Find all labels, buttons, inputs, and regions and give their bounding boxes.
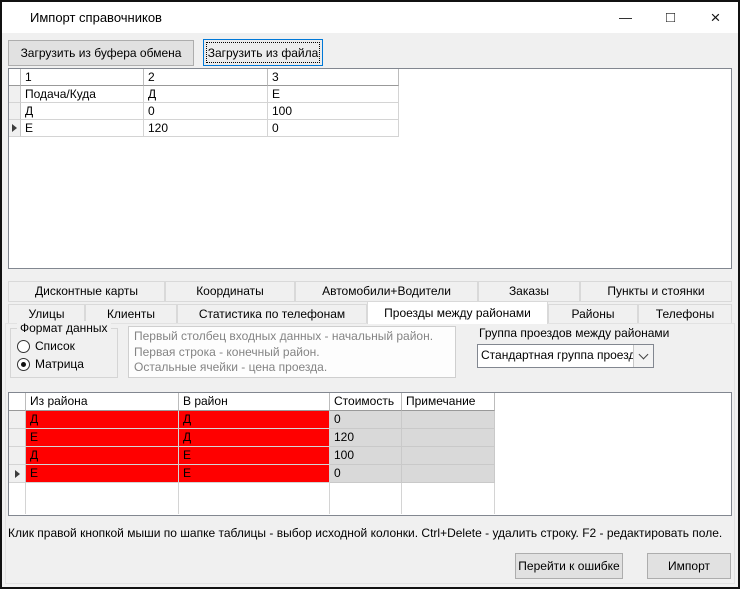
tab-districts[interactable]: Районы [548,304,638,324]
column-header[interactable]: 2 [144,69,268,86]
title-bar: Импорт справочников — □ × [2,2,738,33]
tab-coordinates[interactable]: Координаты [165,281,295,302]
grid-cell[interactable]: Е [268,86,399,103]
groupbox-title: Формат данных [17,321,111,335]
empty-grid-area [9,483,731,514]
current-row-indicator-icon [15,470,20,478]
grid-cell[interactable]: Д [21,103,144,120]
maximize-button[interactable]: □ [648,2,693,33]
grid-cell[interactable] [402,465,495,483]
column-header[interactable]: 3 [268,69,399,86]
goto-error-button[interactable]: Перейти к ошибке [515,553,623,579]
column-header-note[interactable]: Примечание [402,393,495,411]
info-line: Остальные ячейки - цена проезда. [134,360,450,376]
grid-cell[interactable]: 120 [330,429,402,447]
tab-cars-drivers[interactable]: Автомобили+Водители [295,281,478,302]
table-row: Подача/Куда Д Е [9,86,731,103]
maximize-icon: □ [666,9,675,26]
grid-cell[interactable]: 0 [330,411,402,429]
load-from-clipboard-button[interactable]: Загрузить из буфера обмена [8,40,194,66]
grid-cell-error[interactable]: Е [179,465,330,483]
tab-phone-stats[interactable]: Статистика по телефонам [177,304,367,324]
close-icon: × [711,8,721,28]
grid-cell-error[interactable]: Д [26,411,179,429]
tab-district-routes-selected[interactable]: Проезды между районами [367,301,548,324]
row-selector[interactable] [9,86,21,103]
grid-cell[interactable]: 0 [268,120,399,137]
radio-matrix-circle-icon [17,358,30,371]
chevron-down-icon [639,349,649,359]
grid-cell-error[interactable]: Д [179,429,330,447]
grid-cell-error[interactable]: Д [26,447,179,465]
load-from-file-button[interactable]: Загрузить из файла [203,39,323,66]
combobox-value: Стандартная группа проездов [478,345,633,367]
table-row: Е Е 0 [9,465,731,483]
row-selector[interactable] [9,411,26,429]
row-selector[interactable] [9,103,21,120]
radio-list-circle-icon [17,340,30,353]
window-title: Импорт справочников [30,10,162,25]
row-selector-header[interactable] [9,69,21,86]
grid-cell[interactable]: Подача/Куда [21,86,144,103]
trip-group-label: Группа проездов между районами [479,326,669,340]
info-line: Первая строка - конечный район. [134,345,450,361]
usage-hint-text: Клик правой кнопкой мыши по шапке таблиц… [8,526,722,540]
row-selector-header[interactable] [9,393,26,411]
grid-cell[interactable]: 120 [144,120,268,137]
row-selector[interactable] [9,120,21,137]
row-selector[interactable] [9,447,26,465]
table-row: Е 120 0 [9,120,731,137]
column-header[interactable]: 1 [21,69,144,86]
grid-cell-error[interactable]: Е [26,465,179,483]
minimize-button[interactable]: — [603,2,648,33]
row-selector[interactable] [9,429,26,447]
radio-matrix[interactable]: Матрица [17,357,84,371]
grid-cell-error[interactable]: Д [179,411,330,429]
data-format-groupbox: Формат данных Список Матрица [10,328,118,378]
grid-cell[interactable] [402,429,495,447]
table-row: Е Д 120 [9,429,731,447]
column-header-from[interactable]: Из района [26,393,179,411]
tab-phones[interactable]: Телефоны [638,304,732,324]
import-button[interactable]: Импорт [647,553,731,579]
grid-cell[interactable]: 100 [330,447,402,465]
grid-cell-error[interactable]: Е [26,429,179,447]
tab-discount-cards[interactable]: Дисконтные карты [8,281,165,302]
grid-cell[interactable]: 0 [144,103,268,120]
grid-cell[interactable]: Д [144,86,268,103]
grid-cell[interactable] [402,447,495,465]
grid-cell[interactable]: Е [21,120,144,137]
minimize-icon: — [619,10,632,25]
table-row: Д 0 100 [9,103,731,120]
grid-cell[interactable]: 0 [330,465,402,483]
radio-matrix-label: Матрица [35,357,84,371]
tab-orders[interactable]: Заказы [478,281,580,302]
column-header-to[interactable]: В район [179,393,330,411]
radio-list-label: Список [35,339,75,353]
import-dialog-window: Импорт справочников — □ × Загрузить из б… [0,0,740,589]
radio-list[interactable]: Список [17,339,75,353]
table-row: Д Д 0 [9,411,731,429]
column-header-cost[interactable]: Стоимость [330,393,402,411]
grid-cell-error[interactable]: Е [179,447,330,465]
result-data-grid: Из района В район Стоимость Примечание Д… [8,392,732,516]
source-data-grid: 1 2 3 Подача/Куда Д Е Д 0 100 Е 120 0 [8,68,732,269]
row-selector[interactable] [9,465,26,483]
current-row-indicator-icon [12,124,17,132]
format-description-textbox: Первый столбец входных данных - начальны… [128,326,456,378]
info-line: Первый столбец входных данных - начальны… [134,329,450,345]
grid-cell[interactable]: 100 [268,103,399,120]
trip-group-combobox[interactable]: Стандартная группа проездов [477,344,654,368]
combobox-dropdown-button[interactable] [633,345,653,367]
close-button[interactable]: × [693,2,738,33]
grid-cell[interactable] [402,411,495,429]
table-row: Д Е 100 [9,447,731,465]
tab-points-parking[interactable]: Пункты и стоянки [580,281,732,302]
